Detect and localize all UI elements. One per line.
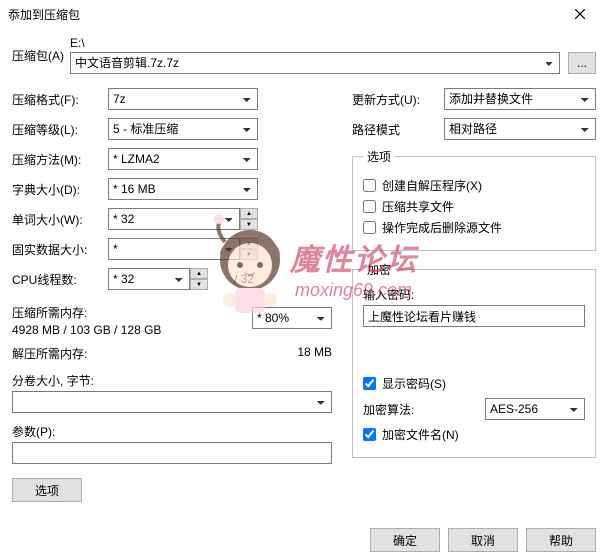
- params-input[interactable]: [12, 442, 332, 464]
- sfx-checkbox[interactable]: [363, 179, 376, 192]
- dialog-content: 压缩包(A) E:\ 中文语音剪辑.7z.7z ... 压缩格式(F): 7z …: [0, 28, 608, 502]
- button-row: 确定 取消 帮助: [370, 528, 596, 552]
- cancel-button[interactable]: 取消: [448, 528, 518, 552]
- close-icon: [575, 9, 585, 19]
- split-label: 分卷大小, 字节:: [12, 372, 332, 389]
- enc-names-checkbox[interactable]: [363, 428, 376, 441]
- help-button[interactable]: 帮助: [526, 528, 596, 552]
- path-mode-select[interactable]: 相对路径: [444, 118, 596, 140]
- mem-decompress-value: 18 MB: [297, 345, 332, 362]
- update-label: 更新方式(U):: [352, 91, 444, 108]
- encryption-legend: 加密: [363, 261, 395, 278]
- split-select[interactable]: [12, 391, 332, 413]
- solid-spinner[interactable]: ▲ ▼: [240, 238, 258, 260]
- update-select[interactable]: 添加并替换文件: [444, 88, 596, 110]
- shared-checkbox[interactable]: [363, 200, 376, 213]
- params-label: 参数(P):: [12, 423, 332, 440]
- cpu-select[interactable]: * 32: [108, 268, 190, 290]
- level-select[interactable]: 5 - 标准压缩: [108, 118, 258, 140]
- archive-drive: E:\: [70, 36, 596, 50]
- delete-label: 操作完成后删除源文件: [382, 219, 502, 236]
- word-select[interactable]: * 32: [108, 208, 240, 230]
- solid-select[interactable]: *: [108, 238, 240, 260]
- method-select[interactable]: * LZMA2: [108, 148, 258, 170]
- cpu-max: / 32: [234, 272, 254, 286]
- word-label: 单词大小(W):: [12, 211, 108, 228]
- archive-filename-select[interactable]: 中文语音剪辑.7z.7z: [70, 52, 560, 74]
- method-label: 压缩方法(M):: [12, 151, 108, 168]
- spinner-up-icon[interactable]: ▲: [240, 208, 258, 219]
- show-password-label: 显示密码(S): [382, 375, 446, 392]
- title-bar: 忝加到压缩包: [0, 0, 608, 28]
- ok-button[interactable]: 确定: [370, 528, 440, 552]
- sfx-label: 创建自解压程序(X): [382, 177, 482, 194]
- spinner-up-icon[interactable]: ▲: [240, 238, 258, 249]
- archive-label: 压缩包(A): [12, 47, 70, 64]
- browse-button[interactable]: ...: [568, 52, 596, 74]
- mem-compress-label: 压缩所需内存:: [12, 304, 222, 321]
- show-password-checkbox[interactable]: [363, 377, 376, 390]
- word-spinner[interactable]: ▲ ▼: [240, 208, 258, 230]
- dict-select[interactable]: * 16 MB: [108, 178, 258, 200]
- enc-method-select[interactable]: AES-256: [485, 398, 585, 420]
- path-mode-label: 路径模式: [352, 121, 444, 138]
- spinner-down-icon[interactable]: ▼: [190, 279, 208, 290]
- shared-label: 压缩共享文件: [382, 198, 454, 215]
- enc-names-label: 加密文件名(N): [382, 426, 459, 443]
- dict-label: 字典大小(D):: [12, 181, 108, 198]
- options-legend: 选项: [363, 148, 395, 165]
- enc-method-label: 加密算法:: [363, 401, 485, 418]
- spinner-down-icon[interactable]: ▼: [240, 249, 258, 260]
- right-column: 更新方式(U): 添加并替换文件 路径模式 相对路径 选项 创建自解压程序(X)…: [352, 80, 596, 502]
- enter-password-label: 输入密码:: [363, 286, 585, 303]
- cpu-label: CPU线程数:: [12, 271, 108, 288]
- window-title: 忝加到压缩包: [8, 6, 80, 23]
- cpu-spinner[interactable]: ▲ ▼: [190, 268, 208, 290]
- mem-percent-select[interactable]: * 80%: [252, 307, 332, 329]
- password-input[interactable]: [363, 305, 585, 327]
- encryption-fieldset: 加密 输入密码: 显示密码(S) 加密算法: AES-256 加密文件名(N): [352, 261, 596, 458]
- spinner-down-icon[interactable]: ▼: [240, 219, 258, 230]
- archive-row: 压缩包(A) E:\ 中文语音剪辑.7z.7z ...: [12, 36, 596, 74]
- mem-compress-value: 4928 MB / 103 GB / 128 GB: [12, 323, 222, 337]
- format-select[interactable]: 7z: [108, 88, 258, 110]
- delete-checkbox[interactable]: [363, 221, 376, 234]
- close-button[interactable]: [560, 0, 600, 28]
- options-button[interactable]: 选项: [12, 478, 82, 502]
- spinner-up-icon[interactable]: ▲: [190, 268, 208, 279]
- solid-label: 固实数据大小:: [12, 241, 108, 258]
- level-label: 压缩等级(L):: [12, 121, 108, 138]
- options-fieldset: 选项 创建自解压程序(X) 压缩共享文件 操作完成后删除源文件: [352, 148, 596, 251]
- left-column: 压缩格式(F): 7z 压缩等级(L): 5 - 标准压缩 压缩方法(M): *…: [12, 80, 332, 502]
- format-label: 压缩格式(F):: [12, 91, 108, 108]
- mem-decompress-label: 解压所需内存:: [12, 345, 87, 362]
